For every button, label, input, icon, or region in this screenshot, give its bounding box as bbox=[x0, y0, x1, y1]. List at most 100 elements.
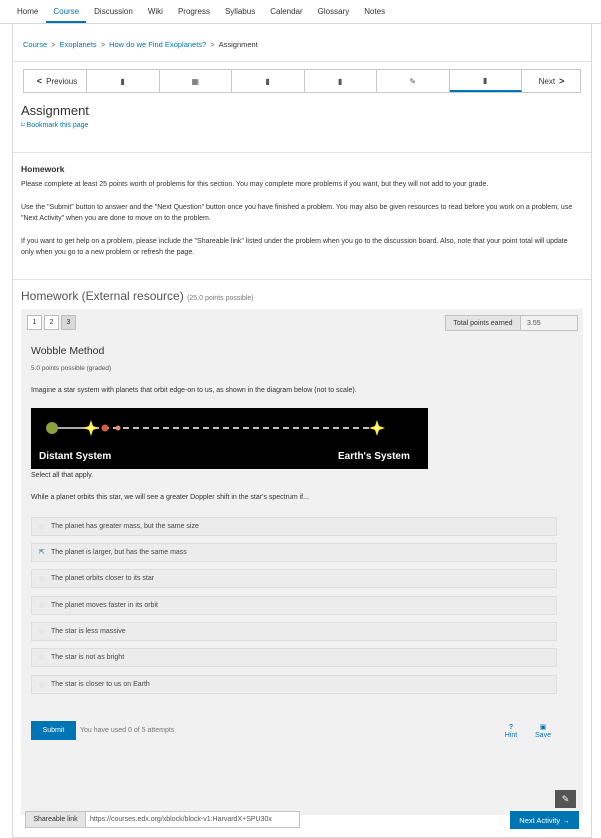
select-all-instruction: Select all that apply. bbox=[31, 472, 94, 479]
edit-icon: ✎ bbox=[409, 76, 417, 86]
external-resource-heading: Homework (External resource) bbox=[21, 289, 184, 303]
page-title: Assignment bbox=[21, 103, 89, 118]
breadcrumb-separator: > bbox=[51, 40, 56, 49]
save-button[interactable]: ▣ Save bbox=[533, 724, 553, 740]
planet-green bbox=[46, 422, 58, 434]
cursor-icon: ⇱ bbox=[39, 549, 45, 556]
checkbox[interactable] bbox=[39, 655, 44, 660]
bookmark-icon: ⌑ bbox=[21, 122, 25, 129]
divider bbox=[13, 279, 591, 280]
shareable-link-field[interactable]: https://courses.edx.org/xblock/block-v1:… bbox=[86, 811, 300, 828]
choice-option[interactable]: The planet has greater mass, but the sam… bbox=[31, 517, 557, 536]
sequence-unit-1[interactable]: ▮ bbox=[87, 70, 160, 92]
chevron-left-icon: < bbox=[36, 76, 43, 86]
problem-title: Wobble Method bbox=[31, 345, 105, 357]
total-points-label: Total points earned bbox=[445, 315, 521, 331]
tab-course[interactable]: Course bbox=[46, 7, 87, 23]
choice-option[interactable]: ⇱ The planet is larger, but has the same… bbox=[31, 543, 557, 562]
sequence-unit-5[interactable]: ✎ bbox=[377, 70, 450, 92]
divider bbox=[13, 152, 591, 153]
save-icon: ▣ bbox=[539, 724, 547, 731]
total-points-value: 3.55 bbox=[521, 315, 578, 331]
page-button-2[interactable]: 2 bbox=[44, 315, 59, 330]
tab-discussion[interactable]: Discussion bbox=[87, 7, 140, 23]
submit-button[interactable]: Submit bbox=[31, 721, 76, 740]
problem-area bbox=[21, 309, 583, 815]
checkbox[interactable] bbox=[39, 603, 44, 608]
choice-option[interactable]: The planet moves faster in its orbit bbox=[31, 596, 557, 615]
divider bbox=[13, 61, 591, 62]
breadcrumb-link-course[interactable]: Course bbox=[23, 40, 47, 49]
page-button-1[interactable]: 1 bbox=[27, 315, 42, 330]
book-icon: ▮ bbox=[265, 76, 270, 86]
bookmark-button[interactable]: ⌑ Bookmark this page bbox=[21, 121, 88, 129]
sequence-unit-6[interactable]: ▮ bbox=[449, 70, 522, 92]
checkbox[interactable] bbox=[39, 576, 44, 581]
choice-label: The star is closer to us on Earth bbox=[51, 681, 150, 688]
planet-red bbox=[101, 424, 109, 432]
hint-label: Hint bbox=[504, 732, 518, 739]
tab-calendar[interactable]: Calendar bbox=[263, 7, 309, 23]
course-content-panel: Course > Exoplanets > How do we Find Exoplan… bbox=[12, 24, 592, 838]
total-points: Total points earned 3.55 bbox=[445, 315, 578, 331]
homework-paragraph-1: Please complete at least 25 points worth… bbox=[21, 181, 489, 188]
sequence-unit-4[interactable]: ▮ bbox=[305, 70, 377, 92]
problem-question: While a planet orbits this star, we will… bbox=[31, 494, 309, 501]
breadcrumb: Course > Exoplanets > How do we Find Exoplan… bbox=[23, 40, 258, 49]
tab-progress[interactable]: Progress bbox=[171, 7, 217, 23]
breadcrumb-link-exoplanets[interactable]: Exoplanets bbox=[60, 40, 97, 49]
external-resource-title: Homework (External resource) (25.0 point… bbox=[21, 289, 254, 303]
problem-points: 5.0 points possible (graded) bbox=[31, 365, 112, 372]
orbit-diagram: Distant System Earth's System bbox=[31, 408, 428, 469]
checkbox[interactable] bbox=[39, 629, 44, 634]
points-possible: (25.0 points possible) bbox=[187, 295, 254, 302]
attempts-text: You have used 0 of 5 attempts bbox=[80, 727, 175, 734]
tab-notes[interactable]: Notes bbox=[357, 7, 392, 23]
choice-label: The planet is larger, but has the same m… bbox=[51, 549, 187, 556]
save-label: Save bbox=[535, 732, 551, 739]
tab-home[interactable]: Home bbox=[10, 7, 45, 23]
breadcrumb-link-section[interactable]: How do we Find Exoplanets? bbox=[109, 40, 206, 49]
homework-paragraph-3: If you want to get help on a problem, pl… bbox=[21, 238, 568, 256]
next-label: Next bbox=[538, 76, 556, 86]
homework-paragraph-2: Use the "Submit" button to answer and th… bbox=[21, 204, 573, 222]
choice-option[interactable]: The star is closer to us on Earth bbox=[31, 675, 557, 694]
previous-button[interactable]: < Previous bbox=[24, 70, 87, 92]
breadcrumb-current: Assignment bbox=[218, 40, 258, 49]
choice-label: The star is not as bright bbox=[51, 654, 125, 661]
course-tabs: Home Course Discussion Wiki Progress Syl… bbox=[0, 0, 601, 24]
question-mark-icon: ? bbox=[508, 724, 514, 731]
breadcrumb-separator: > bbox=[100, 40, 106, 49]
shareable-link: Shareable link https://courses.edx.org/x… bbox=[25, 811, 300, 828]
shareable-link-label: Shareable link bbox=[25, 811, 86, 828]
sequence-unit-2[interactable]: ▦ bbox=[160, 70, 232, 92]
next-button[interactable]: Next > bbox=[522, 70, 585, 92]
choice-label: The star is less massive bbox=[51, 628, 126, 635]
checkbox[interactable] bbox=[39, 682, 44, 687]
homework-heading: Homework bbox=[21, 164, 65, 174]
book-icon: ▮ bbox=[483, 75, 488, 85]
choice-option[interactable]: The star is less massive bbox=[31, 622, 557, 641]
choice-option[interactable]: The planet orbits closer to its star bbox=[31, 569, 557, 588]
choice-label: The planet has greater mass, but the sam… bbox=[51, 523, 199, 530]
choice-label: The planet orbits closer to its star bbox=[51, 575, 155, 582]
next-activity-button[interactable]: Next Activity → bbox=[510, 811, 579, 829]
previous-label: Previous bbox=[46, 76, 78, 86]
film-icon: ▦ bbox=[191, 76, 200, 86]
breadcrumb-separator: > bbox=[210, 40, 215, 49]
tab-wiki[interactable]: Wiki bbox=[141, 7, 170, 23]
tab-syllabus[interactable]: Syllabus bbox=[218, 7, 262, 23]
tab-glossary[interactable]: Glossary bbox=[311, 7, 357, 23]
problem-pager: 1 2 3 bbox=[27, 315, 78, 330]
sequence-unit-3[interactable]: ▮ bbox=[232, 70, 305, 92]
pencil-icon: ✎ bbox=[561, 793, 570, 804]
page-button-3[interactable]: 3 bbox=[61, 315, 76, 330]
hint-button[interactable]: ? Hint bbox=[503, 724, 519, 740]
book-icon: ▮ bbox=[338, 76, 343, 86]
edit-pencil-button[interactable]: ✎ bbox=[555, 790, 576, 808]
diagram-left-label: Distant System bbox=[39, 451, 111, 462]
checkbox[interactable] bbox=[39, 524, 44, 529]
choice-option[interactable]: The star is not as bright bbox=[31, 648, 557, 667]
planet-small bbox=[115, 425, 121, 431]
choice-label: The planet moves faster in its orbit bbox=[51, 602, 158, 609]
